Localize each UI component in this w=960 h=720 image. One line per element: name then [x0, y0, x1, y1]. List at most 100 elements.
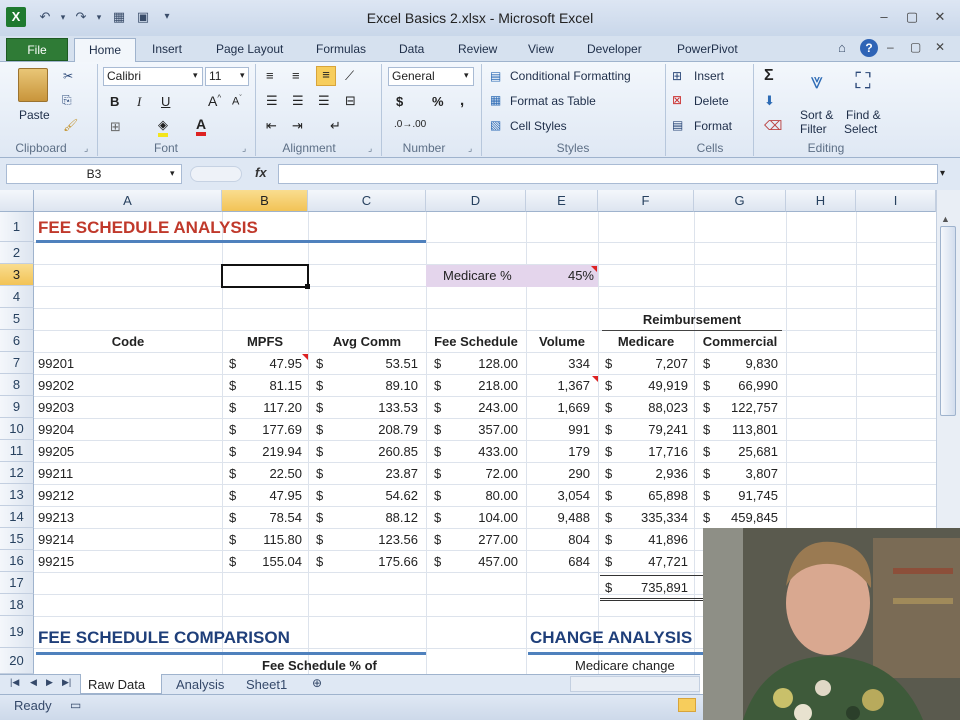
- minimize-icon[interactable]: –: [873, 8, 895, 26]
- column-header-i[interactable]: I: [856, 190, 936, 212]
- header-avg-comm[interactable]: Avg Comm: [308, 331, 426, 353]
- decrease-font-icon[interactable]: Aˇ: [232, 95, 242, 108]
- increase-decimal-icon[interactable]: .0→.00: [394, 119, 426, 130]
- cell-commercial[interactable]: 91,745: [712, 485, 778, 507]
- cell-medicare[interactable]: 335,334: [620, 507, 688, 529]
- cell-volume[interactable]: 684: [530, 551, 590, 573]
- cell-fee-schedule[interactable]: 72.00: [446, 463, 518, 485]
- tab-powerpivot[interactable]: PowerPivot: [677, 39, 738, 59]
- column-header-b[interactable]: B: [222, 190, 308, 212]
- insert-cells-icon[interactable]: ⊞: [672, 69, 682, 83]
- cell-avg-comm[interactable]: 175.66: [322, 551, 418, 573]
- cell-commercial[interactable]: 3,807: [712, 463, 778, 485]
- insert-sheet-icon[interactable]: ⊕: [312, 676, 322, 690]
- format-painter-icon[interactable]: 🖌: [63, 118, 78, 132]
- change-analysis-title[interactable]: CHANGE ANALYSIS: [530, 626, 692, 650]
- select-all-corner[interactable]: [0, 190, 34, 212]
- cell-avg-comm[interactable]: 208.79: [322, 419, 418, 441]
- column-header-a[interactable]: A: [34, 190, 222, 212]
- cell-commercial[interactable]: 459,845: [712, 507, 778, 529]
- sheet-tab-raw-data[interactable]: Raw Data: [88, 676, 145, 693]
- sort-filter-icon[interactable]: ⩔: [802, 68, 832, 102]
- selected-cell-b3[interactable]: [221, 264, 309, 288]
- cell-code[interactable]: 99205: [38, 441, 218, 463]
- cell-commercial[interactable]: 25,681: [712, 441, 778, 463]
- formula-input[interactable]: [278, 164, 938, 184]
- tab-file[interactable]: File: [6, 38, 68, 61]
- cell-mpfs[interactable]: 78.54: [236, 507, 302, 529]
- row-header[interactable]: 16: [0, 550, 34, 572]
- row-header[interactable]: 14: [0, 506, 34, 528]
- cell-medicare[interactable]: 17,716: [620, 441, 688, 463]
- cell-avg-comm[interactable]: 133.53: [322, 397, 418, 419]
- cell-volume[interactable]: 290: [530, 463, 590, 485]
- scroll-thumb[interactable]: [940, 226, 956, 416]
- orientation-icon[interactable]: ⟋: [345, 68, 354, 84]
- row-header[interactable]: 12: [0, 462, 34, 484]
- cell-volume[interactable]: 334: [530, 353, 590, 375]
- align-left-icon[interactable]: ☰: [266, 93, 278, 109]
- close-icon[interactable]: ✕: [929, 8, 951, 26]
- cut-icon[interactable]: ✂: [63, 69, 73, 83]
- cell-fee-schedule[interactable]: 104.00: [446, 507, 518, 529]
- format-as-table-button[interactable]: Format as Table: [510, 94, 596, 108]
- cell-volume[interactable]: 3,054: [530, 485, 590, 507]
- sheet-tab-sheet1[interactable]: Sheet1: [246, 676, 287, 693]
- fill-handle[interactable]: [305, 284, 310, 289]
- first-sheet-icon[interactable]: |◀: [10, 677, 19, 688]
- cell-fee-schedule[interactable]: 128.00: [446, 353, 518, 375]
- insert-function-icon[interactable]: fx: [255, 165, 267, 180]
- clear-icon[interactable]: ⌫: [764, 118, 782, 134]
- tab-insert[interactable]: Insert: [152, 39, 182, 59]
- merge-center-icon[interactable]: ⊟: [345, 93, 356, 109]
- autosum-icon[interactable]: Σ: [764, 67, 774, 85]
- name-box[interactable]: B3: [6, 164, 182, 184]
- cell-code[interactable]: 99211: [38, 463, 218, 485]
- bold-icon[interactable]: B: [110, 94, 119, 109]
- row-header[interactable]: 11: [0, 440, 34, 462]
- row-header[interactable]: 8: [0, 374, 34, 396]
- decrease-indent-icon[interactable]: ⇤: [266, 118, 277, 134]
- cell-avg-comm[interactable]: 89.10: [322, 375, 418, 397]
- row-header[interactable]: 13: [0, 484, 34, 506]
- cell-code[interactable]: 99213: [38, 507, 218, 529]
- cell-volume[interactable]: 179: [530, 441, 590, 463]
- comparison-title[interactable]: FEE SCHEDULE COMPARISON: [38, 626, 290, 650]
- tab-view[interactable]: View: [528, 39, 554, 59]
- cell-medicare[interactable]: 41,896: [620, 529, 688, 551]
- find-select-label-1[interactable]: Find &: [846, 108, 881, 122]
- medicare-percent-label[interactable]: Medicare %: [443, 265, 512, 287]
- cell-fee-schedule[interactable]: 218.00: [446, 375, 518, 397]
- cell-commercial[interactable]: 66,990: [712, 375, 778, 397]
- percent-icon[interactable]: %: [432, 94, 444, 109]
- prev-sheet-icon[interactable]: ◀: [30, 677, 37, 688]
- cell-code[interactable]: 99212: [38, 485, 218, 507]
- tab-page-layout[interactable]: Page Layout: [216, 39, 283, 59]
- cell-volume[interactable]: 991: [530, 419, 590, 441]
- comma-icon[interactable]: ,: [460, 92, 464, 109]
- row-header[interactable]: 10: [0, 418, 34, 440]
- row-header[interactable]: 7: [0, 352, 34, 374]
- cell-avg-comm[interactable]: 53.51: [322, 353, 418, 375]
- medicare-percent-value[interactable]: 45%: [526, 265, 594, 287]
- cell-volume[interactable]: 9,488: [530, 507, 590, 529]
- cell-medicare[interactable]: 2,936: [620, 463, 688, 485]
- delete-cells-icon[interactable]: ⊠: [672, 93, 682, 107]
- column-header-e[interactable]: E: [526, 190, 598, 212]
- row-header[interactable]: 6: [0, 330, 34, 352]
- cell-code[interactable]: 99214: [38, 529, 218, 551]
- font-color-icon[interactable]: A: [196, 116, 207, 136]
- workbook-minimize-icon[interactable]: –: [887, 40, 894, 54]
- sort-filter-label-1[interactable]: Sort &: [800, 108, 833, 122]
- cell-volume[interactable]: 804: [530, 529, 590, 551]
- cell-code[interactable]: 99204: [38, 419, 218, 441]
- horizontal-scrollbar[interactable]: [570, 676, 700, 692]
- cell-fee-schedule[interactable]: 457.00: [446, 551, 518, 573]
- cell-code[interactable]: 99203: [38, 397, 218, 419]
- cell-fee-schedule[interactable]: 433.00: [446, 441, 518, 463]
- borders-icon[interactable]: ⊞: [110, 119, 121, 135]
- font-name-combo[interactable]: Calibri: [103, 67, 203, 86]
- cell-fee-schedule[interactable]: 80.00: [446, 485, 518, 507]
- cell-medicare[interactable]: 47,721: [620, 551, 688, 573]
- cell-medicare[interactable]: 79,241: [620, 419, 688, 441]
